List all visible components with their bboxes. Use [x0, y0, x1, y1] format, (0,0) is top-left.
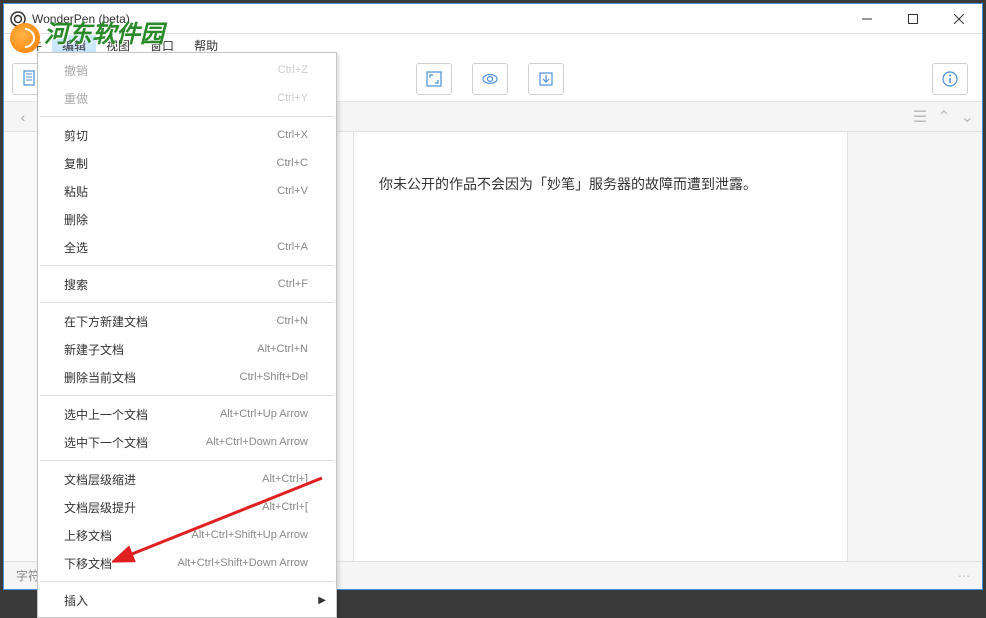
menu-item-在下方新建文档[interactable]: 在下方新建文档 Ctrl+N [38, 307, 336, 335]
tool-info-button[interactable] [932, 63, 968, 95]
menu-item-label: 选中下一个文档 [64, 434, 148, 451]
tool-preview-button[interactable] [472, 63, 508, 95]
tool-export-button[interactable] [528, 63, 564, 95]
menu-item-粘贴[interactable]: 粘贴 Ctrl+V [38, 177, 336, 205]
status-more-icon[interactable]: ⋯ [958, 569, 970, 583]
menu-item-新建子文档[interactable]: 新建子文档 Alt+Ctrl+N [38, 335, 336, 363]
menu-item-shortcut: Alt+Ctrl+Up Arrow [220, 408, 308, 420]
menu-item-插入[interactable]: 插入 ▶ [38, 586, 336, 614]
menu-item-label: 搜索 [64, 276, 88, 293]
menu-item-撤销: 撤销 Ctrl+Z [38, 56, 336, 84]
menu-item-label: 撤销 [64, 62, 88, 79]
tool-fullscreen-button[interactable] [416, 63, 452, 95]
menu-item-label: 粘贴 [64, 183, 88, 200]
minimize-button[interactable] [844, 4, 890, 34]
editor-text[interactable]: 你未公开的作品不会因为「妙笔」服务器的故障而遭到泄露。 [379, 172, 827, 197]
menu-item-shortcut: Ctrl+N [277, 315, 308, 327]
menu-item-label: 删除 [64, 211, 88, 228]
app-icon [10, 11, 26, 27]
menu-item-删除[interactable]: 删除 [38, 205, 336, 233]
menu-separator [40, 581, 334, 582]
menu-item-文档层级提升[interactable]: 文档层级提升 Alt+Ctrl+[ [38, 493, 336, 521]
submenu-arrow-icon: ▶ [318, 595, 326, 606]
menu-separator [40, 460, 334, 461]
menu-item-label: 重做 [64, 90, 88, 107]
menu-item-label: 插入 [64, 592, 88, 609]
window-title: WonderPen (beta) [32, 12, 130, 26]
menu-item-上移文档[interactable]: 上移文档 Alt+Ctrl+Shift+Up Arrow [38, 521, 336, 549]
menu-separator [40, 265, 334, 266]
menu-item-label: 文档层级提升 [64, 499, 136, 516]
menu-item-shortcut: Alt+Ctrl+Shift+Down Arrow [177, 557, 308, 569]
menu-item-shortcut: Alt+Ctrl+N [257, 343, 308, 355]
right-panel [847, 132, 982, 561]
menu-item-label: 全选 [64, 239, 88, 256]
edit-dropdown-menu: 撤销 Ctrl+Z 重做 Ctrl+Y 剪切 Ctrl+X 复制 Ctrl+C 粘贴 Ctrl+V… [37, 52, 337, 618]
menu-item-复制[interactable]: 复制 Ctrl+C [38, 149, 336, 177]
menu-item-label: 删除当前文档 [64, 369, 136, 386]
menu-item-shortcut: Ctrl+X [277, 129, 308, 141]
menu-separator [40, 395, 334, 396]
chevron-down-icon[interactable]: ⌄ [961, 107, 974, 127]
menu-item-下移文档[interactable]: 下移文档 Alt+Ctrl+Shift+Down Arrow [38, 549, 336, 577]
menu-item-搜索[interactable]: 搜索 Ctrl+F [38, 270, 336, 298]
menu-item-label: 复制 [64, 155, 88, 172]
maximize-button[interactable] [890, 4, 936, 34]
menu-item-shortcut: Ctrl+Z [278, 64, 308, 76]
menu-item-shortcut: Ctrl+F [278, 278, 308, 290]
menu-item-shortcut: Alt+Ctrl+Down Arrow [206, 436, 308, 448]
menu-item-shortcut: Ctrl+V [277, 185, 308, 197]
menu-separator [40, 116, 334, 117]
menu-item-label: 在下方新建文档 [64, 313, 148, 330]
menu-item-label: 剪切 [64, 127, 88, 144]
close-button[interactable] [936, 4, 982, 34]
menu-item-选中上一个文档[interactable]: 选中上一个文档 Alt+Ctrl+Up Arrow [38, 400, 336, 428]
tab-back-button[interactable]: ‹ [12, 106, 34, 128]
menu-item-label: 下移文档 [64, 555, 112, 572]
menu-item-文档层级缩进[interactable]: 文档层级缩进 Alt+Ctrl+] [38, 465, 336, 493]
menu-item-shortcut: Alt+Ctrl+[ [262, 501, 308, 513]
menu-item-shortcut: Ctrl+Y [277, 92, 308, 104]
menu-item-label: 新建子文档 [64, 341, 124, 358]
menu-item-shortcut: Ctrl+Shift+Del [240, 371, 308, 383]
menu-item-剪切[interactable]: 剪切 Ctrl+X [38, 121, 336, 149]
menu-item-全选[interactable]: 全选 Ctrl+A [38, 233, 336, 261]
editor[interactable]: 你未公开的作品不会因为「妙笔」服务器的故障而遭到泄露。 [354, 132, 982, 561]
menu-item-重做: 重做 Ctrl+Y [38, 84, 336, 112]
chevron-up-icon[interactable]: ⌃ [937, 107, 950, 127]
menu-item-shortcut: Alt+Ctrl+Shift+Up Arrow [192, 529, 308, 541]
titlebar: WonderPen (beta) [4, 4, 982, 34]
menu-separator [40, 302, 334, 303]
menu-item-label: 文档层级缩进 [64, 471, 136, 488]
menu-item-shortcut: Ctrl+A [277, 241, 308, 253]
menu-item-label: 选中上一个文档 [64, 406, 148, 423]
list-view-icon[interactable]: ☰ [913, 107, 927, 127]
menu-item-label: 上移文档 [64, 527, 112, 544]
menu-item-删除当前文档[interactable]: 删除当前文档 Ctrl+Shift+Del [38, 363, 336, 391]
menu-item-shortcut: Alt+Ctrl+] [262, 473, 308, 485]
menu-item-shortcut: Ctrl+C [277, 157, 308, 169]
menu-item-选中下一个文档[interactable]: 选中下一个文档 Alt+Ctrl+Down Arrow [38, 428, 336, 456]
